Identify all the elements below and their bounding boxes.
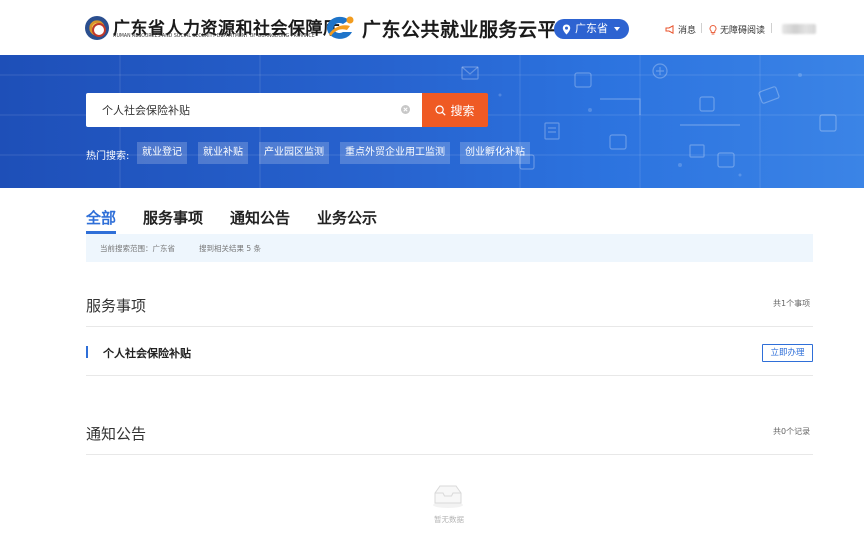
search-input[interactable] <box>86 93 422 127</box>
user-account[interactable] <box>782 24 816 34</box>
search-field[interactable] <box>86 93 422 127</box>
region-label: 广东省 <box>575 22 608 35</box>
notices-section-title: 通知公告 <box>86 425 147 443</box>
services-count: 共1个事项 <box>773 299 811 308</box>
section-divider <box>86 375 813 376</box>
search-button[interactable]: 搜索 <box>422 93 488 127</box>
search-icon <box>435 104 447 116</box>
search-scope-bar: 当前搜索范围：广东省 搜到相关结果 5 条 <box>86 234 813 262</box>
hot-tag[interactable]: 重点外贸企业用工监测 <box>340 142 450 164</box>
apply-now-button[interactable]: 立即办理 <box>762 344 813 362</box>
search-banner: 搜索 热门搜索: 就业登记 就业补贴 产业园区监测 重点外贸企业用工监测 创业孵… <box>0 55 864 188</box>
messages-link[interactable]: 消息 <box>665 23 696 36</box>
platform-title[interactable]: 广东公共就业服务云平台 <box>362 15 577 42</box>
ministry-subtitle: HUMAN RESOURCES AND SOCIAL SECURITY DEPA… <box>113 33 315 40</box>
region-selector[interactable]: 广东省 <box>554 19 629 39</box>
tab-business-public[interactable]: 业务公示 <box>317 207 377 228</box>
caret-down-icon <box>614 27 620 31</box>
notices-count: 共0个记录 <box>773 427 811 436</box>
hot-search-label: 热门搜索: <box>86 151 130 162</box>
list-item-marker <box>86 346 88 358</box>
hot-tag[interactable]: 就业登记 <box>137 142 187 164</box>
header-divider <box>701 23 702 33</box>
tab-notices[interactable]: 通知公告 <box>230 207 290 228</box>
search-scope-text: 当前搜索范围：广东省 <box>100 244 175 253</box>
hot-tag[interactable]: 产业园区监测 <box>259 142 329 164</box>
accessibility-link[interactable]: 无障碍阅读 <box>709 23 765 36</box>
accessibility-label: 无障碍阅读 <box>720 26 766 36</box>
service-item-title[interactable]: 个人社会保险补贴 <box>103 345 191 361</box>
tab-services[interactable]: 服务事项 <box>143 207 203 228</box>
location-pin-icon <box>562 24 571 34</box>
empty-state-text: 暂无数据 <box>434 515 464 524</box>
bell-icon <box>665 25 674 34</box>
hot-tag[interactable]: 就业补贴 <box>198 142 248 164</box>
empty-box-icon <box>433 485 463 508</box>
hot-tag[interactable]: 创业孵化补贴 <box>460 142 530 164</box>
platform-logo-icon <box>326 16 354 39</box>
clear-icon[interactable] <box>401 105 410 114</box>
section-divider <box>86 454 813 455</box>
search-button-label: 搜索 <box>450 103 475 118</box>
tab-all[interactable]: 全部 <box>86 207 116 228</box>
section-divider <box>86 326 813 327</box>
bulb-icon <box>709 24 717 34</box>
messages-label: 消息 <box>678 26 697 36</box>
search-result-count: 搜到相关结果 5 条 <box>199 244 262 253</box>
services-section-title: 服务事项 <box>86 297 147 315</box>
header-divider <box>771 23 772 33</box>
emblem-icon <box>85 16 109 40</box>
top-header: 广东省人力资源和社会保障厅 HUMAN RESOURCES AND SOCIAL… <box>0 0 864 55</box>
